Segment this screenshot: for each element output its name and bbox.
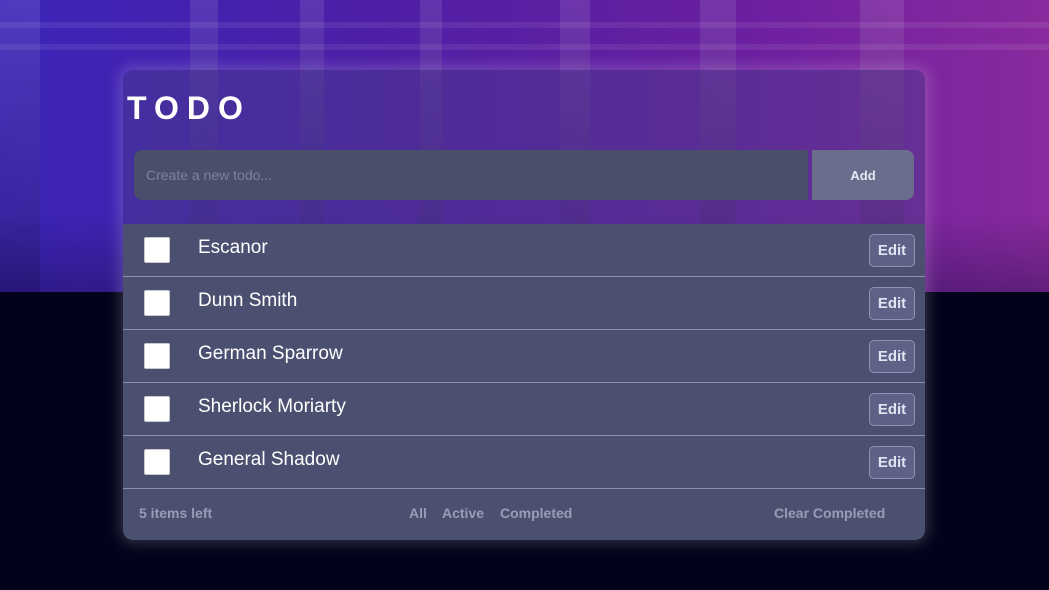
todo-footer: 5 items left All Active Completed Clear … bbox=[123, 489, 925, 540]
edit-button[interactable]: Edit bbox=[869, 234, 915, 267]
hero-beam bbox=[0, 44, 1049, 50]
todo-checkbox[interactable] bbox=[144, 449, 170, 475]
todo-text: General Shadow bbox=[198, 449, 340, 470]
edit-button[interactable]: Edit bbox=[869, 393, 915, 426]
todo-checkbox[interactable] bbox=[144, 290, 170, 316]
todo-text: Sherlock Moriarty bbox=[198, 396, 346, 417]
todo-item: Dunn Smith Edit bbox=[123, 277, 925, 330]
edit-button[interactable]: Edit bbox=[869, 340, 915, 373]
clear-completed-button[interactable]: Clear Completed bbox=[774, 505, 885, 521]
todo-list: Escanor Edit Dunn Smith Edit German Spar… bbox=[123, 224, 925, 489]
todo-card: TODO Add Escanor Edit Dunn Smith Edit Ge… bbox=[123, 70, 925, 540]
edit-button[interactable]: Edit bbox=[869, 287, 915, 320]
items-left-count: 5 items left bbox=[139, 505, 213, 521]
todo-item: Sherlock Moriarty Edit bbox=[123, 383, 925, 436]
todo-checkbox[interactable] bbox=[144, 237, 170, 263]
todo-checkbox[interactable] bbox=[144, 343, 170, 369]
new-todo-input[interactable] bbox=[134, 150, 808, 200]
filter-active[interactable]: Active bbox=[442, 505, 484, 521]
todo-item: Escanor Edit bbox=[123, 224, 925, 277]
todo-item: German Sparrow Edit bbox=[123, 330, 925, 383]
app-title: TODO bbox=[127, 90, 251, 126]
edit-button[interactable]: Edit bbox=[869, 446, 915, 479]
filter-all[interactable]: All bbox=[409, 505, 427, 521]
hero-beam bbox=[0, 22, 1049, 28]
todo-item: General Shadow Edit bbox=[123, 436, 925, 489]
todo-text: Dunn Smith bbox=[198, 290, 298, 311]
todo-text: German Sparrow bbox=[198, 343, 343, 364]
todo-text: Escanor bbox=[198, 237, 268, 258]
filter-completed[interactable]: Completed bbox=[500, 505, 572, 521]
todo-checkbox[interactable] bbox=[144, 396, 170, 422]
add-button[interactable]: Add bbox=[812, 150, 914, 200]
